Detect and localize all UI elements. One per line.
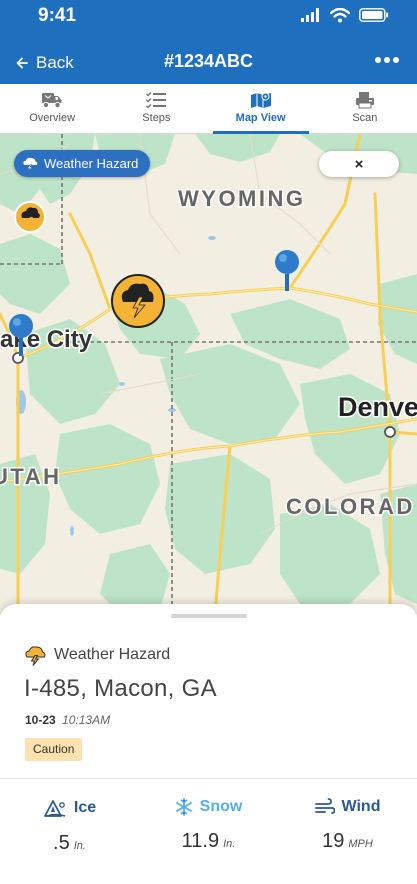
divider (0, 778, 417, 779)
metric-snow-header: Snow (139, 798, 278, 816)
metric-ice-unit: In. (73, 840, 86, 852)
hazard-date: 10-23 (25, 713, 56, 727)
metric-wind-value: 19 (322, 830, 345, 852)
tab-bar: Overview Steps Map View Scan (0, 84, 417, 134)
tab-steps-label: Steps (142, 112, 171, 124)
map-view[interactable]: WYOMING ake City Denve UTAH COLORAD (0, 134, 417, 614)
metric-wind-value-row: 19 MPH (278, 830, 417, 853)
metric-ice-value: .5 (53, 832, 70, 854)
tab-scan[interactable]: Scan (313, 84, 417, 133)
more-dot-icon (375, 57, 381, 63)
metric-snow-unit: In. (223, 838, 236, 850)
scanner-icon (355, 92, 374, 109)
tab-map-view-label: Map View (235, 112, 286, 124)
hazard-type-label: Weather Hazard (54, 646, 171, 663)
metric-wind: Wind 19 MPH (278, 798, 417, 853)
tab-overview-label: Overview (29, 112, 76, 124)
status-time: 9:41 (38, 5, 77, 26)
metric-snow: Snow 11.9 In. (139, 798, 278, 853)
metric-wind-unit: MPH (348, 838, 373, 850)
weather-hazard-icon (25, 646, 46, 666)
weather-hazard-chip[interactable]: Weather Hazard (14, 150, 151, 177)
back-button[interactable]: Back (16, 53, 74, 73)
map-label-utah: UTAH (0, 464, 61, 489)
more-dot-icon (393, 57, 399, 63)
map-label-colorado: COLORAD (286, 494, 415, 519)
map-label-denver: Denve (338, 392, 417, 422)
tab-scan-label: Scan (352, 112, 378, 124)
arrow-left-icon (16, 57, 28, 69)
truck-icon (42, 93, 62, 109)
metric-snow-value: 11.9 (181, 830, 220, 852)
weather-hazard-chip-label: Weather Hazard (44, 156, 139, 171)
metric-ice-label: Ice (73, 799, 97, 816)
status-badge: Caution (25, 738, 83, 761)
city-marker-denver (384, 426, 396, 438)
status-bar: 9:41 (0, 0, 417, 38)
tab-map-view[interactable]: Map View (209, 84, 313, 134)
status-icons (301, 7, 389, 23)
close-button[interactable]: × (319, 151, 399, 177)
hazard-detail-sheet: Weather Hazard I-485, Macon, GA 10-23 10… (0, 604, 417, 884)
tab-steps[interactable]: Steps (104, 84, 208, 133)
snowflake-icon (175, 798, 192, 816)
ice-hazard-icon (43, 800, 66, 817)
hazard-type-row: Weather Hazard (24, 644, 170, 666)
sheet-grabber[interactable] (171, 614, 247, 618)
metric-snow-value-row: 11.9 In. (139, 830, 278, 853)
metric-snow-label: Snow (199, 798, 243, 815)
hazard-time: 10:13AM (62, 713, 111, 727)
checklist-icon (146, 91, 167, 109)
more-dot-icon (384, 57, 390, 63)
metric-ice: Ice .5 In. (0, 798, 139, 855)
hazard-datetime: 10-23 10:13AM (25, 713, 110, 727)
metric-ice-header: Ice (0, 798, 139, 818)
weather-hazard-marker[interactable] (14, 201, 46, 233)
hazard-location: I-485, Macon, GA (24, 675, 217, 702)
storm-cloud-icon (23, 157, 38, 172)
signal-icon (301, 8, 319, 22)
back-label: Back (36, 53, 74, 72)
metric-wind-label: Wind (341, 798, 381, 815)
tab-overview[interactable]: Overview (0, 84, 104, 133)
wind-icon (314, 798, 335, 814)
wifi-icon (330, 7, 350, 22)
map-canvas[interactable]: WYOMING ake City Denve UTAH COLORAD (0, 134, 417, 614)
location-pin[interactable] (275, 250, 299, 291)
metric-ice-value-row: .5 In. (0, 832, 139, 855)
nav-bar: Back #1234ABC (0, 38, 417, 84)
map-label-wyoming: WYOMING (178, 186, 306, 211)
more-options-button[interactable] (375, 50, 399, 70)
metric-wind-header: Wind (278, 798, 417, 816)
selected-weather-hazard-marker[interactable] (111, 274, 165, 328)
battery-icon (359, 8, 389, 22)
map-icon (250, 92, 271, 108)
